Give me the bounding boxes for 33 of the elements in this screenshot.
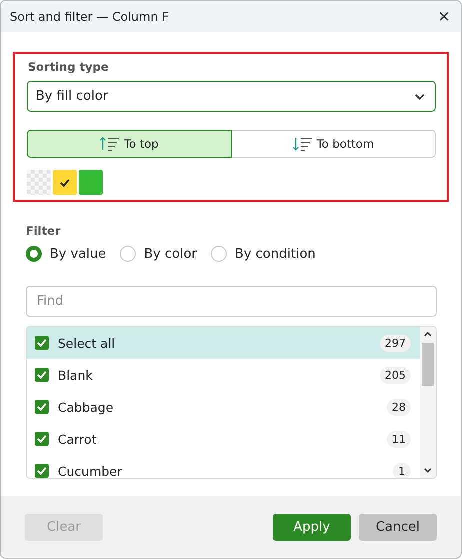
count-badge: 11 <box>387 430 411 448</box>
checkbox[interactable] <box>35 464 49 478</box>
dialog-button[interactable]: Cancel <box>359 514 437 540</box>
check-icon <box>60 178 70 186</box>
window-title: Sort and filter — Column F <box>10 10 170 24</box>
checkbox[interactable] <box>35 432 49 446</box>
scroll-thumb[interactable] <box>422 343 434 386</box>
checkbox[interactable] <box>35 368 49 382</box>
sort-up-icon <box>100 137 120 151</box>
sorting-type-dropdown[interactable]: By fill color <box>27 81 436 112</box>
filter-mode-radio[interactable]: By color <box>120 246 198 262</box>
color-swatch[interactable] <box>79 170 103 195</box>
filter-mode-radio[interactable]: By condition <box>211 246 316 262</box>
search-field[interactable]: Find <box>26 286 437 317</box>
close-button[interactable]: ✕ <box>436 8 453 26</box>
section-label: Sorting type <box>28 60 110 74</box>
count-badge: 28 <box>387 398 411 416</box>
chevron-down-icon <box>415 94 425 100</box>
checkbox[interactable] <box>35 336 49 350</box>
dialog-button[interactable]: Apply <box>273 514 351 540</box>
list-item[interactable]: Select all 297 <box>27 327 420 359</box>
sort-down-icon <box>292 137 313 151</box>
section-label: Filter <box>26 224 62 238</box>
filter-mode-radio[interactable]: By value <box>26 246 106 262</box>
scrollbar[interactable] <box>420 327 436 478</box>
count-badge: 297 <box>380 334 411 352</box>
count-badge: 205 <box>380 366 411 384</box>
color-swatch[interactable] <box>53 170 77 195</box>
no-fill-swatch[interactable] <box>27 170 51 195</box>
count-badge: 1 <box>393 462 411 478</box>
sort-direction-button[interactable]: To bottom <box>232 130 436 158</box>
sort-direction-button[interactable]: To top <box>27 130 232 158</box>
checkbox[interactable] <box>35 400 49 414</box>
